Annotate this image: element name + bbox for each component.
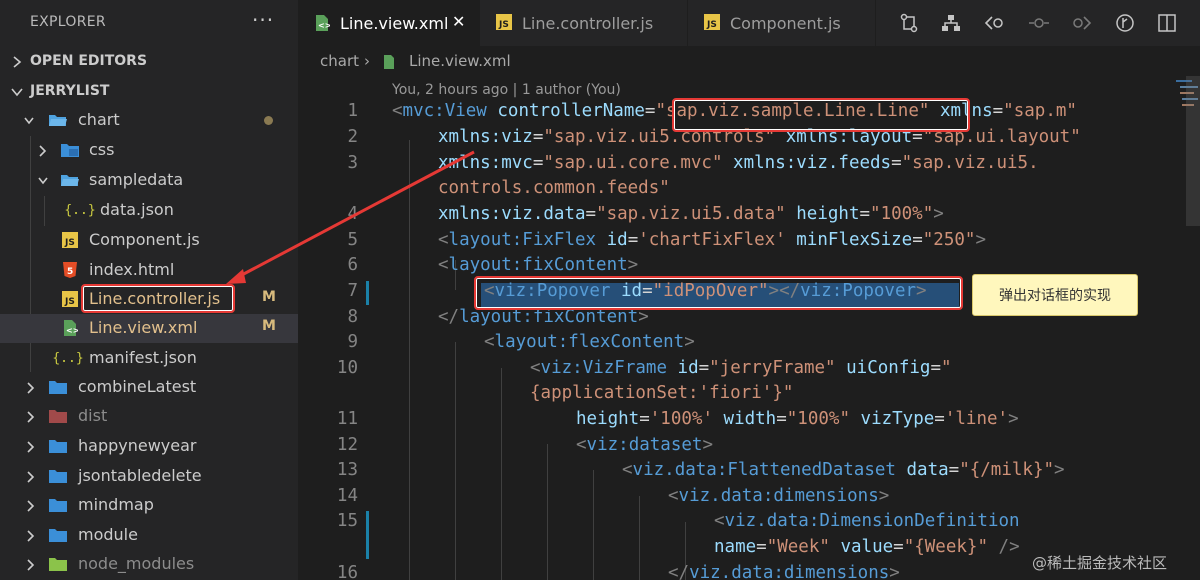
annotation-arrow xyxy=(226,150,475,284)
watermark: @稀土掘金技术社区 xyxy=(1032,554,1168,572)
